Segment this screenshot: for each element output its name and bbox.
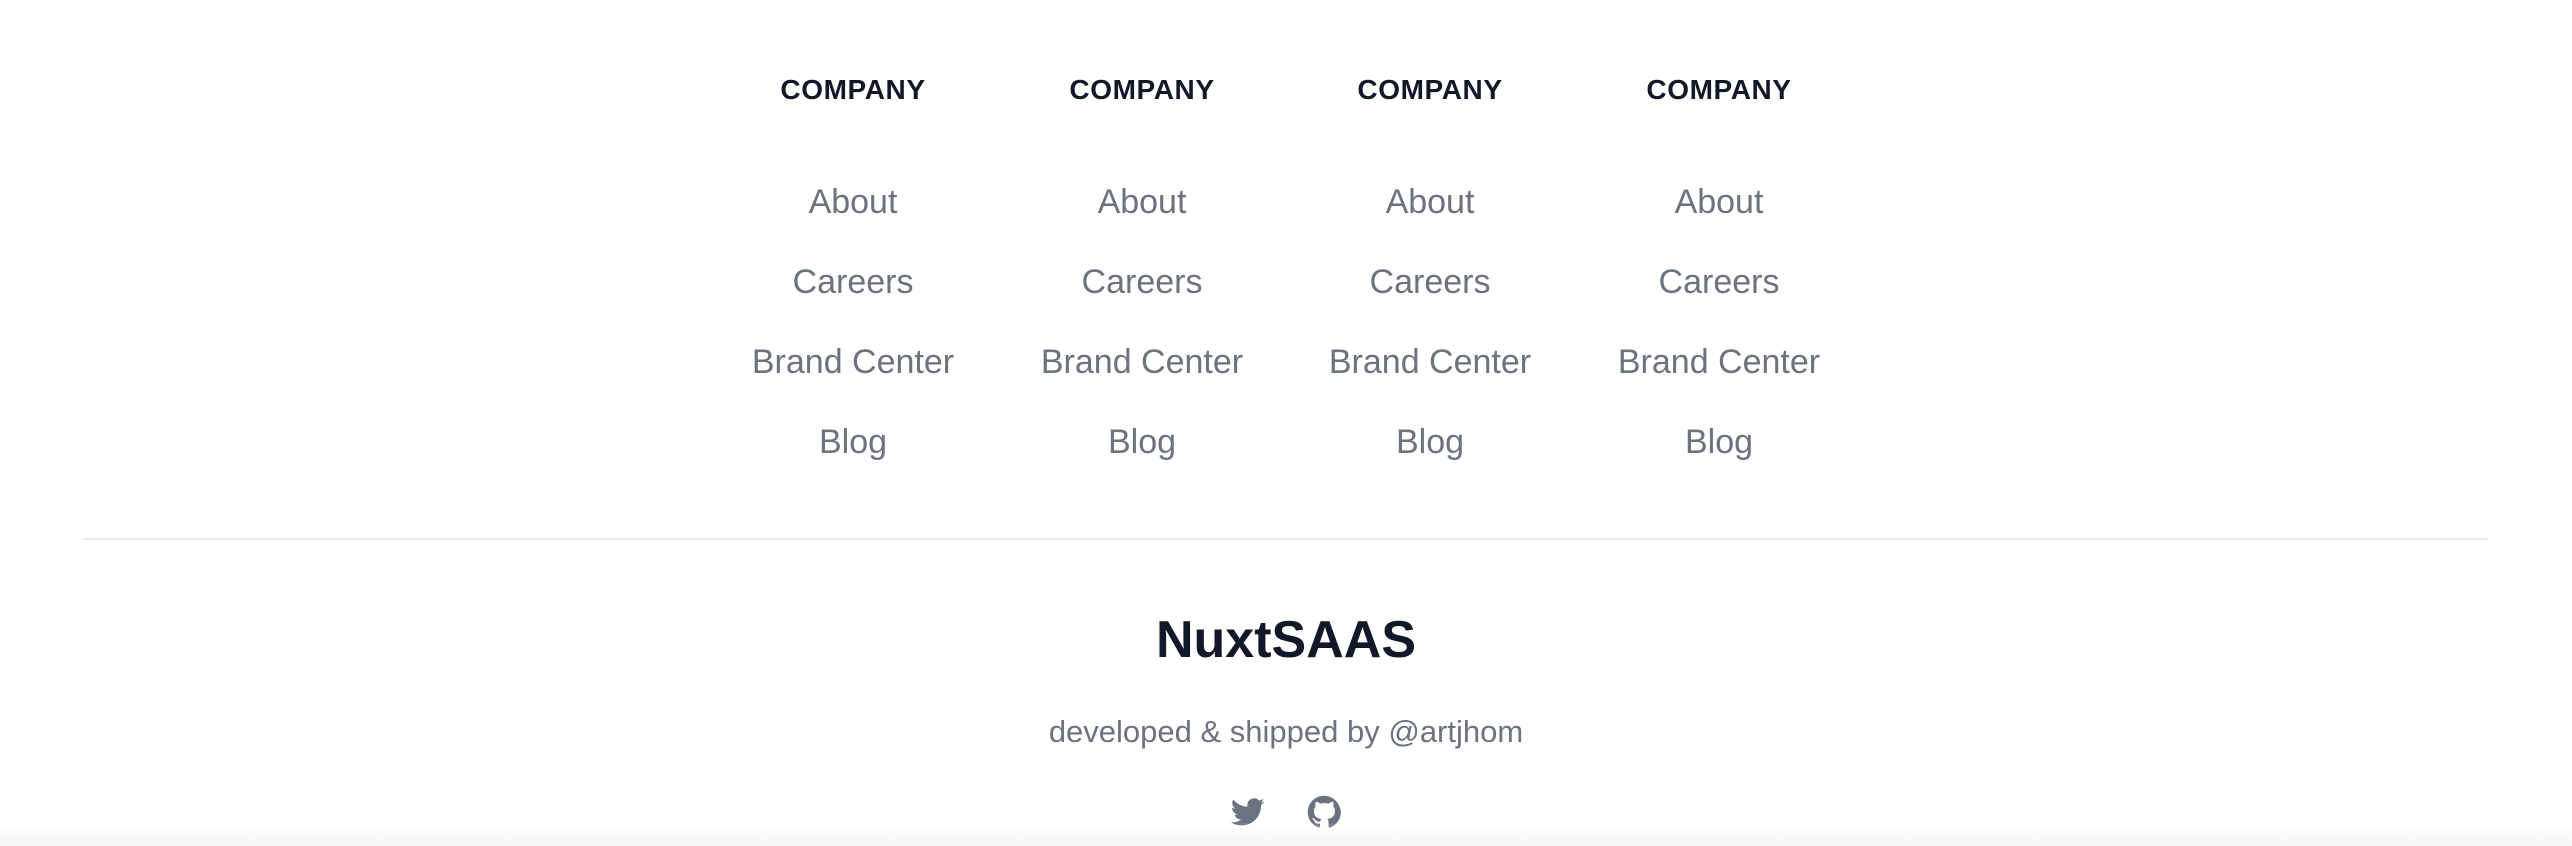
footer-column-links: About Careers Brand Center Blog [1286,174,1574,470]
twitter-icon [1231,795,1265,829]
footer-link-careers[interactable]: Careers [1082,254,1203,310]
footer-link-brand-center[interactable]: Brand Center [1041,334,1243,390]
footer-link-about[interactable]: About [1098,174,1187,230]
github-icon [1307,795,1341,829]
brand-name: NuxtSAAS [1155,611,1417,669]
footer-column-heading: COMPANY [780,74,926,105]
developer-credit: developed & shipped by @artjhom [1048,714,1524,749]
footer-column-links: About Careers Brand Center Blog [709,174,997,470]
twitter-link[interactable] [1230,794,1266,830]
footer-divider [84,538,2488,540]
footer-column-heading: COMPANY [1357,74,1503,105]
footer-link-careers[interactable]: Careers [1659,254,1780,310]
footer-link-about[interactable]: About [1675,174,1764,230]
footer-column-links: About Careers Brand Center Blog [998,174,1286,470]
footer-column-links: About Careers Brand Center Blog [1575,174,1863,470]
footer-link-brand-center[interactable]: Brand Center [1329,334,1531,390]
footer-column-heading: COMPANY [1646,74,1792,105]
footer-link-columns: COMPANY About Careers Brand Center Blog … [0,0,2572,480]
footer-link-careers[interactable]: Careers [1370,254,1491,310]
footer-column-company-1: COMPANY About Careers Brand Center Blog [709,72,997,470]
footer-link-about[interactable]: About [809,174,898,230]
footer-link-about[interactable]: About [1386,174,1475,230]
footer-link-brand-center[interactable]: Brand Center [752,334,954,390]
footer-link-blog[interactable]: Blog [1685,414,1753,470]
footer-column-company-3: COMPANY About Careers Brand Center Blog [1286,72,1574,470]
footer-column-company-2: COMPANY About Careers Brand Center Blog [998,72,1286,470]
footer-link-brand-center[interactable]: Brand Center [1618,334,1820,390]
footer-link-careers[interactable]: Careers [793,254,914,310]
footer-link-blog[interactable]: Blog [1396,414,1464,470]
footer-link-blog[interactable]: Blog [819,414,887,470]
footer-brand-section: NuxtSAAS developed & shipped by @artjhom [0,608,2572,828]
github-link[interactable] [1306,794,1342,830]
footer-column-company-4: COMPANY About Careers Brand Center Blog [1575,72,1863,470]
footer-column-heading: COMPANY [1069,74,1215,105]
footer-link-blog[interactable]: Blog [1108,414,1176,470]
social-links [1230,792,1342,832]
